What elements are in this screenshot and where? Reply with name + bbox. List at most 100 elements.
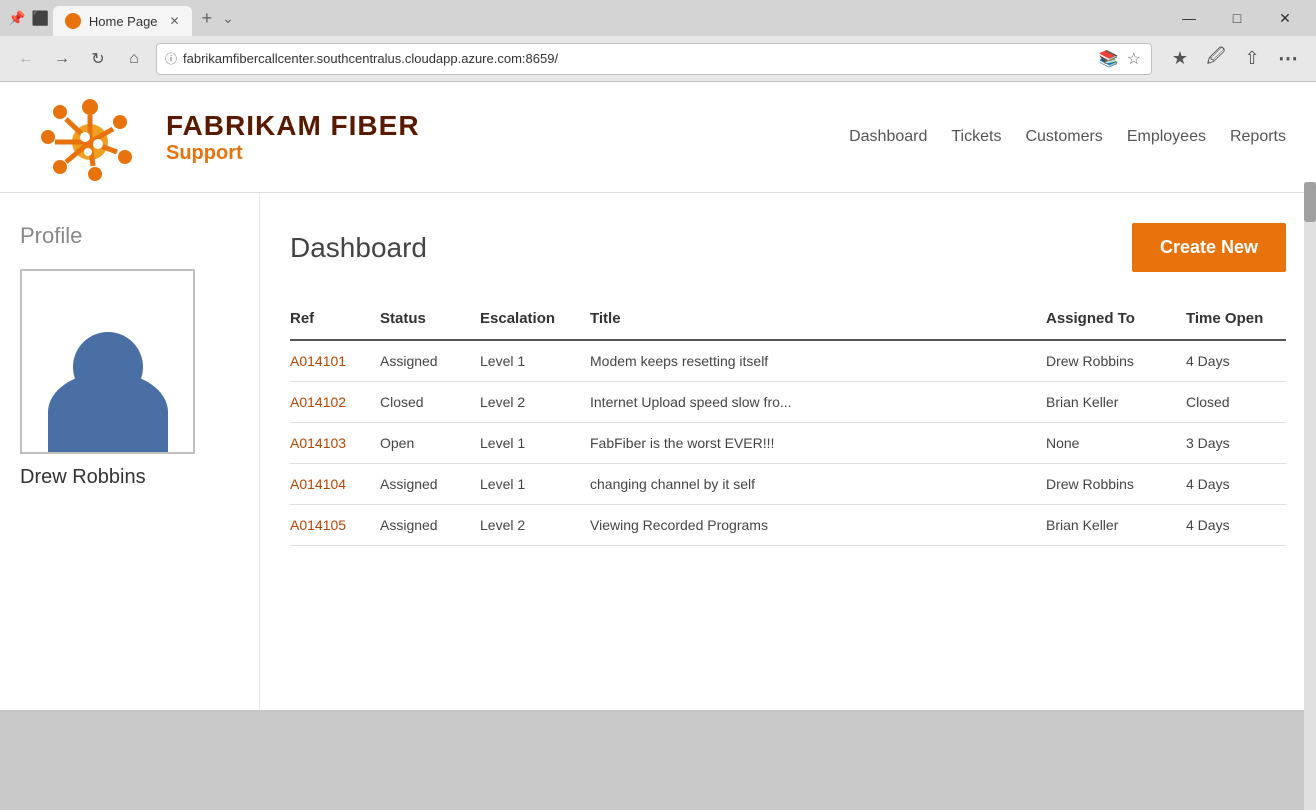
col-header-status: Status: [380, 302, 480, 340]
main-content: Profile Drew Robbins Dashboard Create Ne…: [0, 193, 1316, 710]
pin-icon: 📌: [8, 10, 25, 27]
logo-image: [30, 92, 150, 182]
browser-chrome: 📌 ⬛ Home Page ✕ + ⌄ — □ ✕ ← → ↻ ⌂ ⓘ fabr…: [0, 0, 1316, 82]
profile-heading: Profile: [20, 223, 239, 249]
cell-status: Open: [380, 423, 480, 464]
maximize-button[interactable]: □: [1214, 3, 1260, 33]
user-name: Drew Robbins: [20, 466, 239, 489]
cell-timeopen: 4 Days: [1186, 340, 1286, 382]
cell-assigned: Brian Keller: [1046, 505, 1186, 546]
dashboard-title: Dashboard: [290, 232, 427, 264]
table-row: A014105 Assigned Level 2 Viewing Recorde…: [290, 505, 1286, 546]
share-button[interactable]: ⇧: [1236, 43, 1268, 75]
ticket-ref-link[interactable]: A014101: [290, 353, 346, 369]
col-header-ref: Ref: [290, 302, 380, 340]
home-button[interactable]: ⌂: [120, 45, 148, 73]
address-bar: ← → ↻ ⌂ ⓘ fabrikamfibercallcenter.southc…: [0, 36, 1316, 82]
close-tab-button[interactable]: ✕: [170, 14, 180, 28]
url-text: fabrikamfibercallcenter.southcentralus.c…: [183, 51, 1091, 66]
cell-escalation: Level 2: [480, 505, 590, 546]
col-header-escalation: Escalation: [480, 302, 590, 340]
ticket-ref-link[interactable]: A014102: [290, 394, 346, 410]
nav-item-customers[interactable]: Customers: [1025, 124, 1102, 150]
table-header-row: Ref Status Escalation Title Assigned To …: [290, 302, 1286, 340]
cell-escalation: Level 1: [480, 340, 590, 382]
table-body: A014101 Assigned Level 1 Modem keeps res…: [290, 340, 1286, 546]
ticket-ref-link[interactable]: A014104: [290, 476, 346, 492]
cell-status: Assigned: [380, 340, 480, 382]
table-header: Ref Status Escalation Title Assigned To …: [290, 302, 1286, 340]
cell-ref: A014104: [290, 464, 380, 505]
col-header-timeopen: Time Open: [1186, 302, 1286, 340]
cell-ref: A014101: [290, 340, 380, 382]
cell-timeopen: Closed: [1186, 382, 1286, 423]
table-row: A014104 Assigned Level 1 changing channe…: [290, 464, 1286, 505]
page-wrapper: FABRIKAM FIBER Support Dashboard Tickets…: [0, 82, 1316, 710]
tickets-table: Ref Status Escalation Title Assigned To …: [290, 302, 1286, 546]
cell-escalation: Level 1: [480, 464, 590, 505]
table-row: A014102 Closed Level 2 Internet Upload s…: [290, 382, 1286, 423]
ticket-ref-link[interactable]: A014103: [290, 435, 346, 451]
tab-overflow-button[interactable]: ⌄: [222, 10, 234, 27]
nav-menu: Dashboard Tickets Customers Employees Re…: [849, 124, 1286, 150]
avatar-head: [73, 332, 143, 402]
cell-assigned: Brian Keller: [1046, 382, 1186, 423]
window-controls: — □ ✕: [1166, 3, 1308, 33]
col-header-title: Title: [590, 302, 1046, 340]
back-button[interactable]: ←: [12, 45, 40, 73]
new-tab-button[interactable]: +: [196, 8, 219, 29]
url-bar[interactable]: ⓘ fabrikamfibercallcenter.southcentralus…: [156, 43, 1152, 75]
dashboard-area: Dashboard Create New Ref Status Escalati…: [260, 193, 1316, 710]
avatar: [20, 269, 195, 454]
table-row: A014103 Open Level 1 FabFiber is the wor…: [290, 423, 1286, 464]
forward-button[interactable]: →: [48, 45, 76, 73]
scrollbar[interactable]: [1304, 182, 1316, 810]
cell-timeopen: 3 Days: [1186, 423, 1286, 464]
toolbar-actions: ★ 🖉 ⇧ ⋯: [1164, 43, 1304, 75]
title-bar: 📌 ⬛ Home Page ✕ + ⌄ — □ ✕: [0, 0, 1316, 36]
browser-tab[interactable]: Home Page ✕: [53, 6, 192, 36]
tab-title: Home Page: [89, 14, 158, 29]
profile-sidebar: Profile Drew Robbins: [0, 193, 260, 710]
favorites-star-button[interactable]: ★: [1164, 43, 1196, 75]
make-a-web-note-button[interactable]: 🖉: [1200, 43, 1232, 75]
cell-title: FabFiber is the worst EVER!!!: [590, 423, 1046, 464]
tab-favicon: [65, 13, 81, 29]
close-window-button[interactable]: ✕: [1262, 3, 1308, 33]
cell-timeopen: 4 Days: [1186, 464, 1286, 505]
nav-item-reports[interactable]: Reports: [1230, 124, 1286, 150]
cell-assigned: None: [1046, 423, 1186, 464]
reader-view-button[interactable]: 📚: [1097, 47, 1121, 71]
cell-ref: A014105: [290, 505, 380, 546]
cell-timeopen: 4 Days: [1186, 505, 1286, 546]
cell-title: changing channel by it self: [590, 464, 1046, 505]
site-header: FABRIKAM FIBER Support Dashboard Tickets…: [0, 82, 1316, 193]
scrollbar-thumb[interactable]: [1304, 182, 1316, 222]
cell-status: Assigned: [380, 464, 480, 505]
dashboard-header: Dashboard Create New: [290, 223, 1286, 272]
cell-status: Closed: [380, 382, 480, 423]
ticket-ref-link[interactable]: A014105: [290, 517, 346, 533]
security-icon: ⓘ: [165, 50, 177, 67]
brand-text: FABRIKAM FIBER Support: [166, 110, 420, 165]
cell-escalation: Level 2: [480, 382, 590, 423]
cell-assigned: Drew Robbins: [1046, 340, 1186, 382]
cell-ref: A014103: [290, 423, 380, 464]
cell-escalation: Level 1: [480, 423, 590, 464]
url-actions: 📚 ☆: [1097, 47, 1143, 71]
favorites-button[interactable]: ☆: [1125, 47, 1143, 71]
refresh-button[interactable]: ↻: [84, 45, 112, 73]
cell-ref: A014102: [290, 382, 380, 423]
nav-item-dashboard[interactable]: Dashboard: [849, 124, 927, 150]
back-icon: ⬛: [31, 10, 48, 27]
nav-item-tickets[interactable]: Tickets: [951, 124, 1001, 150]
cell-status: Assigned: [380, 505, 480, 546]
more-button[interactable]: ⋯: [1272, 43, 1304, 75]
table-row: A014101 Assigned Level 1 Modem keeps res…: [290, 340, 1286, 382]
create-new-button[interactable]: Create New: [1132, 223, 1286, 272]
title-bar-left: 📌 ⬛: [8, 10, 49, 27]
minimize-button[interactable]: —: [1166, 3, 1212, 33]
cell-title: Viewing Recorded Programs: [590, 505, 1046, 546]
nav-item-employees[interactable]: Employees: [1127, 124, 1206, 150]
cell-title: Modem keeps resetting itself: [590, 340, 1046, 382]
